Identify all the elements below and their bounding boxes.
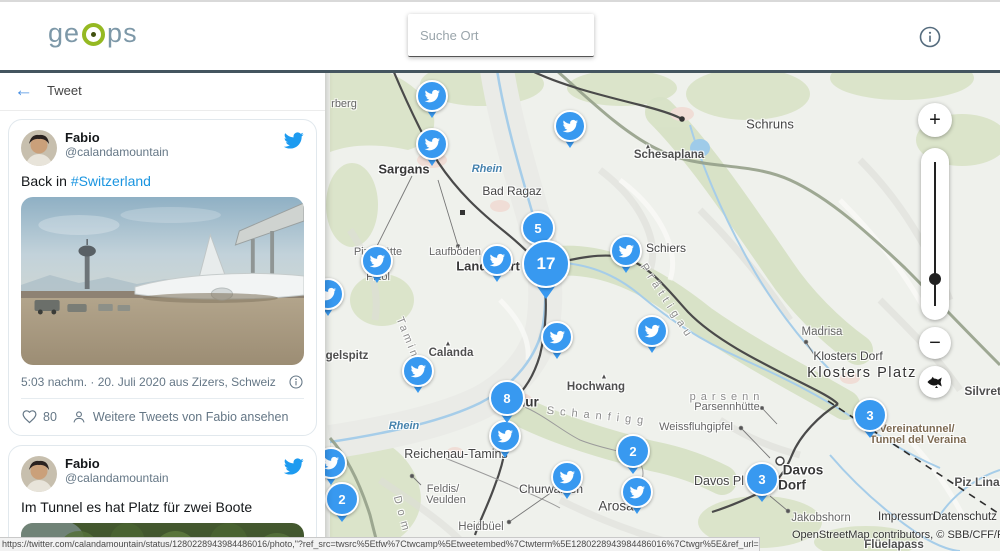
tweet-cluster-marker[interactable]: 3: [853, 398, 887, 432]
tweet-pin-marker[interactable]: [481, 244, 513, 276]
logo-text-ge: ge: [48, 18, 80, 49]
panel-title: Tweet: [47, 83, 82, 98]
tweet-pin-marker[interactable]: [361, 245, 393, 277]
cluster-count: 2: [338, 492, 345, 507]
tweet-pin-marker[interactable]: [402, 355, 434, 387]
tweet-pin-marker[interactable]: [636, 315, 668, 347]
tweet-photo-airport[interactable]: [21, 197, 304, 365]
like-icon[interactable]: [21, 408, 38, 425]
cluster-count: 3: [758, 472, 765, 487]
tweet-pin-marker[interactable]: [610, 235, 642, 267]
geops-logo[interactable]: ge ps: [48, 18, 138, 49]
search-box: [408, 14, 594, 57]
tweet-text: Im Tunnel es hat Platz für zwei Boote: [21, 499, 304, 515]
osm-attribution: OpenStreetMap contributors, © SBB/CFF/FF…: [792, 529, 1000, 541]
twitter-bird-icon: [424, 88, 440, 104]
logo-o-icon: [82, 23, 105, 46]
zoom-in-button[interactable]: +: [918, 103, 952, 137]
impressum-link[interactable]: Impressum: [878, 511, 935, 523]
twitter-bird-icon: [497, 428, 513, 444]
cluster-count: 3: [866, 408, 873, 423]
info-button[interactable]: [918, 25, 942, 49]
like-count[interactable]: 80: [43, 410, 57, 424]
tweet-pin-marker[interactable]: [416, 128, 448, 160]
avatar-photo: [21, 456, 57, 492]
cluster-count: 8: [503, 391, 510, 406]
tweet-pin-marker[interactable]: [416, 80, 448, 112]
twitter-bird-icon: [618, 243, 634, 259]
twitter-bird-icon: [369, 253, 385, 269]
panel-header: ← Tweet: [0, 70, 325, 111]
basemap-toggle-button[interactable]: [919, 366, 951, 398]
zoom-out-button[interactable]: −: [919, 327, 951, 359]
cluster-count: 17: [537, 254, 556, 274]
more-tweets-link[interactable]: Weitere Tweets von Fabio ansehen: [93, 410, 289, 424]
tweet-cluster-marker[interactable]: 17: [522, 240, 570, 288]
twitter-bird-icon: [323, 455, 339, 471]
search-input[interactable]: [408, 28, 602, 43]
twitter-bird-icon: [644, 323, 660, 339]
avatar[interactable]: [21, 456, 57, 492]
avatar-photo: [21, 130, 57, 166]
logo-text-ps: ps: [107, 18, 138, 49]
datenschutz-link[interactable]: Datenschutz: [933, 511, 997, 523]
cluster-count: 5: [534, 221, 541, 236]
tweet-author-handle[interactable]: @calandamountain: [65, 145, 283, 159]
tweet-pin-marker[interactable]: [554, 110, 586, 142]
tweet-timestamp[interactable]: 5:03 nachm. · 20. Juli 2020 aus Zizers, …: [21, 375, 276, 389]
person-icon[interactable]: [71, 409, 87, 425]
app-header: ge ps: [0, 0, 1000, 73]
tweet-text: Back in #Switzerland: [21, 173, 304, 189]
zoom-slider-knob[interactable]: [929, 273, 941, 285]
twitter-bird-icon: [410, 363, 426, 379]
info-icon: [918, 25, 942, 49]
back-button[interactable]: ←: [14, 81, 33, 100]
tweet-info-icon[interactable]: [288, 374, 304, 390]
tweet-pin-marker[interactable]: [621, 476, 653, 508]
tweet-card[interactable]: Fabio @calandamountain Back in #Switzerl…: [8, 119, 317, 436]
tweet-pin-marker[interactable]: [551, 461, 583, 493]
tweet-author-handle[interactable]: @calandamountain: [65, 471, 283, 485]
twitter-bird-icon: [629, 484, 645, 500]
twitter-logo-icon[interactable]: [283, 130, 304, 156]
tweet-cluster-marker[interactable]: 3: [745, 462, 779, 496]
airport-photo-art: [21, 197, 304, 365]
tweet-cluster-marker[interactable]: 8: [489, 380, 525, 416]
twitter-bird-icon: [424, 136, 440, 152]
link-preview-bar: https://twitter.com/calandamountain/stat…: [0, 537, 760, 551]
twitter-bird-icon: [549, 329, 565, 345]
tweet-author-name[interactable]: Fabio: [65, 456, 283, 471]
tweet-card[interactable]: Fabio @calandamountain Im Tunnel es hat …: [8, 445, 317, 551]
tweet-panel: ← Tweet Fabio @calandamountain: [0, 70, 325, 551]
twitter-bird-icon: [559, 469, 575, 485]
tweet-author-name[interactable]: Fabio: [65, 130, 283, 145]
tweet-cluster-marker[interactable]: 2: [325, 482, 359, 516]
hashtag-link[interactable]: #Switzerland: [71, 173, 151, 189]
fish-icon: [926, 375, 944, 389]
cluster-count: 2: [629, 444, 636, 459]
avatar[interactable]: [21, 130, 57, 166]
twitter-logo-icon[interactable]: [283, 456, 304, 482]
tweet-pin-marker[interactable]: [541, 321, 573, 353]
twitter-bird-icon: [489, 252, 505, 268]
tweet-cluster-marker[interactable]: 2: [616, 434, 650, 468]
zoom-slider[interactable]: [921, 148, 949, 320]
twitter-bird-icon: [562, 118, 578, 134]
